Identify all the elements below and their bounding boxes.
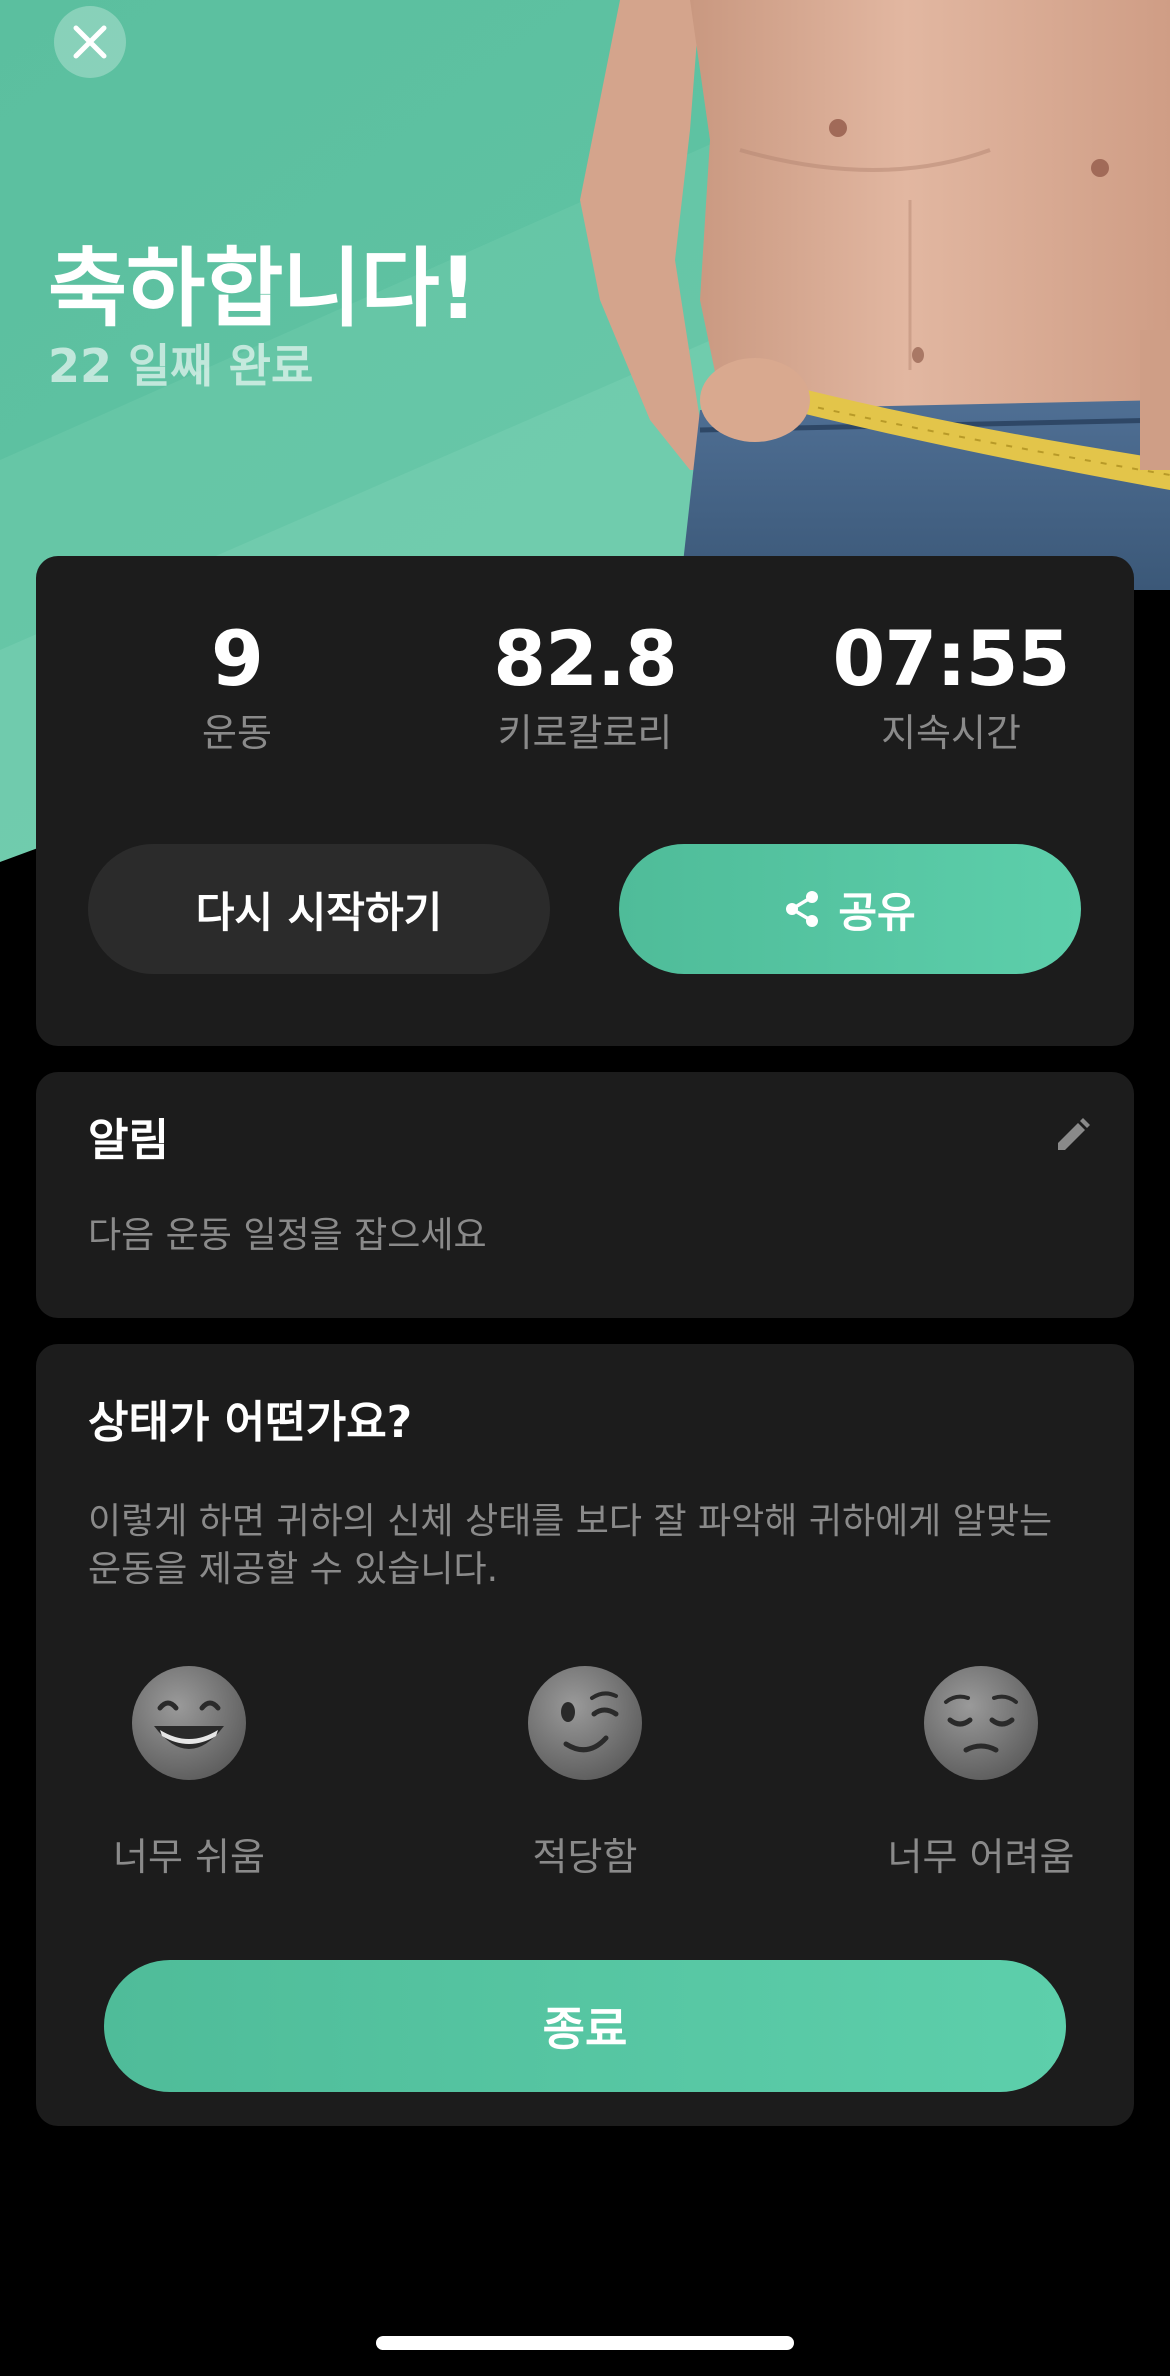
finish-button-label: 종료 bbox=[542, 2002, 628, 2056]
page-title: 축하합니다! bbox=[48, 239, 478, 339]
feeling-option-too-hard[interactable]: 너무 어려움 bbox=[841, 1664, 1121, 1881]
share-button[interactable]: 공유 bbox=[619, 844, 1081, 974]
stat-value: 9 bbox=[211, 614, 264, 703]
feeling-card: 상태가 어떤가요? 이렇게 하면 귀하의 신체 상태를 보다 잘 파악해 귀하에… bbox=[36, 1344, 1134, 2126]
close-icon bbox=[73, 25, 107, 59]
stat-value: 82.8 bbox=[493, 614, 678, 703]
feeling-title: 상태가 어떤가요? bbox=[88, 1397, 413, 1448]
stat-duration: 07:55 지속시간 bbox=[768, 614, 1134, 758]
feeling-description-line: 이렇게 하면 귀하의 신체 상태를 보다 잘 파악해 귀하에게 알맞는 bbox=[88, 1501, 1053, 1542]
workout-summary-card: 9 운동 82.8 키로칼로리 07:55 지속시간 다시 시작하기 공유 bbox=[36, 556, 1134, 1046]
stat-label: 키로칼로리 bbox=[497, 711, 673, 755]
stat-calories: 82.8 키로칼로리 bbox=[402, 614, 768, 758]
finish-button[interactable]: 종료 bbox=[104, 1960, 1066, 2092]
pensive-face-icon bbox=[924, 1666, 1038, 1780]
feeling-option-moderate[interactable]: 적당함 bbox=[445, 1664, 725, 1881]
restart-button-label: 다시 시작하기 bbox=[195, 887, 443, 937]
share-button-label: 공유 bbox=[838, 887, 916, 937]
stat-value: 07:55 bbox=[832, 614, 1071, 703]
reminder-text: 다음 운동 일정을 잡으세요 bbox=[88, 1215, 487, 1256]
reminder-card[interactable]: 알림 다음 운동 일정을 잡으세요 bbox=[36, 1072, 1134, 1318]
feeling-option-too-easy[interactable]: 너무 쉬움 bbox=[49, 1664, 329, 1881]
grinning-face-icon bbox=[132, 1666, 246, 1780]
reminder-title: 알림 bbox=[88, 1115, 169, 1166]
fitness-model-image bbox=[580, 0, 1170, 590]
feeling-description: 이렇게 하면 귀하의 신체 상태를 보다 잘 파악해 귀하에게 알맞는 운동을 … bbox=[88, 1498, 1052, 1594]
feeling-option-label: 적당함 bbox=[532, 1835, 638, 1879]
feeling-option-label: 너무 어려움 bbox=[887, 1835, 1075, 1879]
pencil-icon bbox=[1058, 1118, 1090, 1150]
feeling-description-line: 운동을 제공할 수 있습니다. bbox=[88, 1549, 499, 1590]
winking-face-icon bbox=[528, 1666, 642, 1780]
days-completed-label: 22 일째 완료 bbox=[48, 339, 314, 393]
feeling-option-label: 너무 쉬움 bbox=[113, 1835, 265, 1879]
restart-button[interactable]: 다시 시작하기 bbox=[88, 844, 550, 974]
edit-reminder-button[interactable] bbox=[1044, 1108, 1100, 1164]
stat-label: 운동 bbox=[202, 711, 272, 755]
stat-exercises: 9 운동 bbox=[54, 614, 420, 758]
home-indicator[interactable] bbox=[376, 2336, 794, 2350]
close-button[interactable] bbox=[54, 6, 126, 78]
share-icon bbox=[784, 890, 820, 928]
stat-label: 지속시간 bbox=[881, 711, 1021, 755]
